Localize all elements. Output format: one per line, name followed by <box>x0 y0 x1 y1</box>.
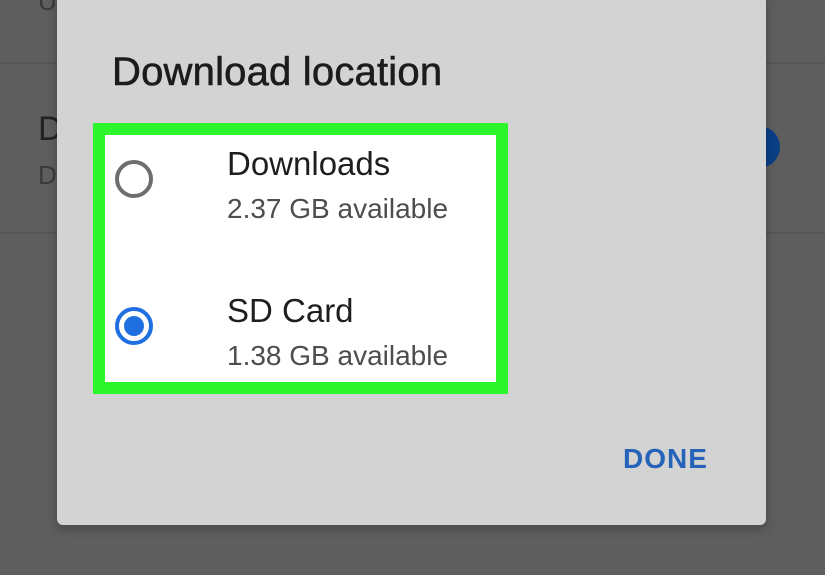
options-highlight-box: Downloads 2.37 GB available SD Card 1.38… <box>93 123 508 394</box>
radio-selected-icon[interactable] <box>115 307 153 345</box>
dialog-title: Download location <box>112 50 443 95</box>
option-label: SD Card <box>227 292 354 329</box>
option-available-space: 2.37 GB available <box>227 193 449 224</box>
download-location-dialog: Download location Downloads 2.37 GB avai… <box>57 0 766 525</box>
background-item-subtitle: D <box>38 160 57 190</box>
option-label: Downloads <box>227 145 391 182</box>
option-sd-card[interactable]: SD Card 1.38 GB available <box>105 260 496 380</box>
background-top-text: U <box>38 0 57 16</box>
radio-unselected-icon[interactable] <box>115 160 153 198</box>
option-available-space: 1.38 GB available <box>227 340 449 371</box>
option-downloads[interactable]: Downloads 2.37 GB available <box>105 135 496 255</box>
done-button[interactable]: DONE <box>623 443 708 475</box>
radio-dot <box>124 316 144 336</box>
